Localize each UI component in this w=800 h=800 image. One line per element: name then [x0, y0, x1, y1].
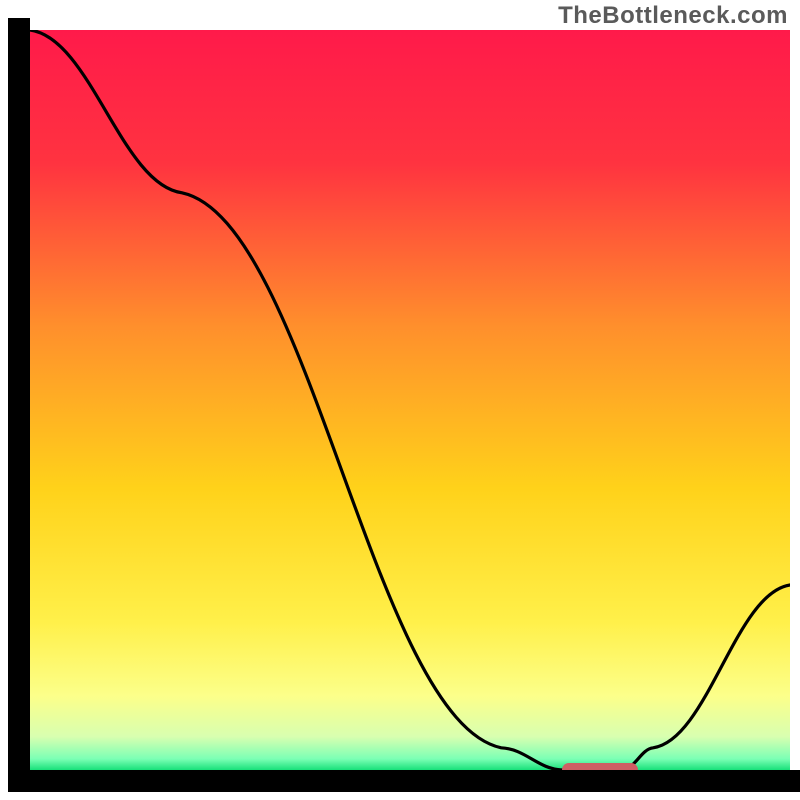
watermark-label: TheBottleneck.com — [558, 2, 788, 30]
chart-container: TheBottleneck.com — [0, 0, 800, 800]
bottleneck-chart — [0, 0, 800, 800]
severity-gradient-background — [30, 30, 790, 770]
